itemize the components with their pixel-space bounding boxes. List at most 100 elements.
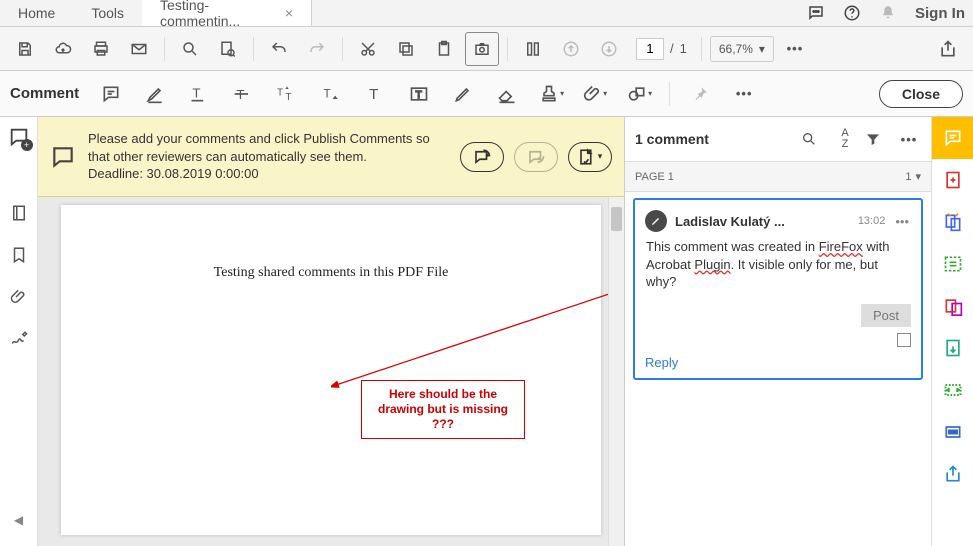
page-number-input[interactable] bbox=[636, 38, 664, 60]
review-banner-icon bbox=[50, 144, 76, 170]
comments-page-section[interactable]: PAGE 1 1▾ bbox=[625, 162, 931, 192]
close-comment-button[interactable]: Close bbox=[879, 80, 963, 108]
publish-comments-button[interactable] bbox=[460, 142, 504, 172]
tab-tools[interactable]: Tools bbox=[73, 0, 142, 26]
copy-icon[interactable] bbox=[389, 32, 423, 66]
check-new-comments-button[interactable] bbox=[514, 142, 558, 172]
svg-text:T: T bbox=[369, 86, 378, 103]
next-page-icon[interactable] bbox=[592, 32, 626, 66]
undo-icon[interactable] bbox=[262, 32, 296, 66]
insert-text-icon[interactable]: T bbox=[313, 77, 349, 111]
page-indicator: / 1 bbox=[636, 38, 687, 60]
bell-icon[interactable] bbox=[879, 4, 897, 22]
comment-bar-more-icon[interactable]: ••• bbox=[726, 77, 762, 111]
strikethrough-icon[interactable]: T bbox=[225, 77, 261, 111]
print-icon[interactable] bbox=[84, 32, 118, 66]
tool-organize-icon[interactable] bbox=[932, 327, 973, 369]
cloud-upload-icon[interactable] bbox=[46, 32, 80, 66]
collapse-left-rail-icon[interactable]: ◀ bbox=[5, 506, 33, 534]
search-icon[interactable] bbox=[173, 32, 207, 66]
eraser-icon[interactable] bbox=[489, 77, 525, 111]
title-tabs-row: Home Tools Testing-commentin... × Sign I… bbox=[0, 0, 973, 27]
replace-text-icon[interactable]: TT bbox=[269, 77, 305, 111]
tool-create-pdf-icon[interactable] bbox=[932, 159, 973, 201]
tab-close-icon[interactable]: × bbox=[285, 5, 293, 21]
bookmark-icon[interactable] bbox=[5, 241, 33, 269]
attach-icon[interactable]: ▾ bbox=[577, 77, 613, 111]
review-banner-text: Please add your comments and click Publi… bbox=[88, 130, 448, 183]
signatures-icon[interactable] bbox=[5, 325, 33, 353]
chevron-down-icon: ▾ bbox=[915, 170, 921, 183]
comment-post-button[interactable]: Post bbox=[861, 304, 911, 327]
svg-text:T: T bbox=[324, 87, 331, 100]
tool-comment-icon[interactable] bbox=[932, 117, 973, 159]
chat-icon[interactable] bbox=[807, 4, 825, 22]
comment-resolve-checkbox[interactable] bbox=[897, 333, 911, 347]
comments-section-toggle[interactable]: 1▾ bbox=[905, 170, 921, 183]
comments-section-label: PAGE 1 bbox=[635, 171, 674, 183]
comment-card[interactable]: Ladislav Kulatý ... 13:02 ••• This comme… bbox=[633, 198, 923, 380]
tool-export-pdf-icon[interactable] bbox=[932, 285, 973, 327]
server-status-button[interactable]: ▾ bbox=[568, 142, 612, 172]
save-icon[interactable] bbox=[8, 32, 42, 66]
zoom-dropdown[interactable]: 66,7% ▾ bbox=[710, 36, 774, 62]
text-box-icon[interactable]: T bbox=[401, 77, 437, 111]
scrollbar-thumb[interactable] bbox=[611, 207, 622, 231]
stamp-icon[interactable]: ▾ bbox=[533, 77, 569, 111]
tool-compress-icon[interactable] bbox=[932, 369, 973, 411]
pdf-page[interactable]: Testing shared comments in this PDF File… bbox=[61, 205, 601, 535]
help-icon[interactable] bbox=[843, 4, 861, 22]
document-scroll[interactable]: Testing shared comments in this PDF File… bbox=[38, 197, 624, 546]
comment-time: 13:02 bbox=[858, 215, 886, 227]
document-title-text: Testing shared comments in this PDF File bbox=[61, 265, 601, 281]
sign-in-link[interactable]: Sign In bbox=[915, 5, 965, 22]
toolbar-more-icon[interactable]: ••• bbox=[778, 32, 812, 66]
tab-document[interactable]: Testing-commentin... × bbox=[142, 0, 312, 26]
tool-redact-icon[interactable] bbox=[932, 411, 973, 453]
mail-icon[interactable] bbox=[122, 32, 156, 66]
snapshot-icon[interactable] bbox=[465, 32, 499, 66]
sticky-note-icon[interactable] bbox=[93, 77, 129, 111]
pencil-icon[interactable] bbox=[445, 77, 481, 111]
document-area: Please add your comments and click Publi… bbox=[38, 117, 624, 546]
cut-icon[interactable] bbox=[351, 32, 385, 66]
comment-toolbar-label: Comment bbox=[10, 85, 79, 102]
comment-text-firefox: FireFox bbox=[819, 239, 863, 254]
add-text-icon[interactable]: T bbox=[357, 77, 393, 111]
fit-width-icon[interactable] bbox=[516, 32, 550, 66]
comment-author-name: Ladislav Kulatý ... bbox=[675, 214, 850, 229]
shapes-icon[interactable]: ▾ bbox=[621, 77, 657, 111]
attachments-icon[interactable] bbox=[5, 283, 33, 311]
vertical-scrollbar[interactable] bbox=[608, 197, 624, 546]
comment-more-icon[interactable]: ••• bbox=[893, 214, 911, 229]
comment-body[interactable]: This comment was created in FireFox with… bbox=[645, 238, 911, 298]
zoom-value: 66,7% bbox=[719, 42, 753, 56]
comment-reply-link[interactable]: Reply bbox=[645, 355, 911, 370]
tool-edit-pdf-icon[interactable] bbox=[932, 243, 973, 285]
redo-icon[interactable] bbox=[300, 32, 334, 66]
comments-search-icon[interactable] bbox=[801, 131, 825, 147]
comments-filter-icon[interactable] bbox=[865, 131, 889, 147]
svg-text:T: T bbox=[416, 90, 422, 101]
underline-icon[interactable]: T bbox=[181, 77, 217, 111]
main-area: + ◀ Please add your comments and click P… bbox=[0, 117, 973, 546]
highlight-icon[interactable] bbox=[137, 77, 173, 111]
tool-protect-icon[interactable] bbox=[932, 453, 973, 495]
review-banner-deadline: Deadline: 30.08.2019 0:00:00 bbox=[88, 165, 448, 183]
comments-section-count: 1 bbox=[905, 171, 911, 183]
comments-more-icon[interactable]: ••• bbox=[897, 132, 921, 147]
tool-combine-icon[interactable] bbox=[932, 201, 973, 243]
annotation-red-textbox[interactable]: Here should be the drawing but is missin… bbox=[361, 380, 525, 439]
prev-page-icon[interactable] bbox=[554, 32, 588, 66]
comment-text-1: This comment was created in bbox=[646, 239, 819, 254]
pin-icon[interactable] bbox=[682, 77, 718, 111]
tab-home[interactable]: Home bbox=[0, 0, 73, 26]
find-text-icon[interactable] bbox=[211, 32, 245, 66]
comments-panel-header: 1 comment AZ ••• bbox=[625, 117, 931, 162]
review-badge-icon[interactable]: + bbox=[5, 123, 33, 151]
share-icon[interactable] bbox=[931, 32, 965, 66]
thumbnails-icon[interactable] bbox=[5, 199, 33, 227]
comments-sort-icon[interactable]: AZ bbox=[833, 128, 857, 150]
comment-text-plugin: Plugin bbox=[694, 257, 730, 272]
paste-icon[interactable] bbox=[427, 32, 461, 66]
